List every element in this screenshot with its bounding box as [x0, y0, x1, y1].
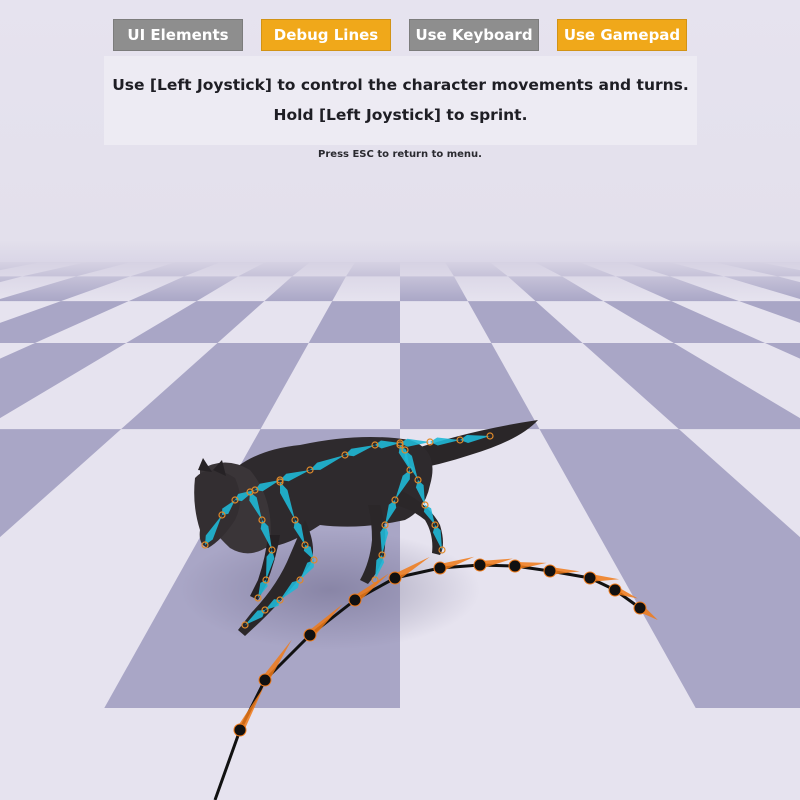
instruction-line-move: Use [Left Joystick] to control the chara…: [112, 76, 689, 94]
trajectory-point: [433, 561, 447, 575]
trajectory-point: [633, 601, 647, 615]
esc-hint-text: Press ESC to return to menu.: [318, 149, 482, 160]
game-viewport: UI Elements Debug Lines Use Keyboard Use…: [0, 0, 800, 800]
ui-elements-button[interactable]: UI Elements: [113, 19, 243, 51]
horizon-fade: [0, 262, 800, 302]
trajectory-point: [258, 673, 272, 687]
trajectory-point: [473, 558, 487, 572]
trajectory-point: [303, 628, 317, 642]
debug-lines-button[interactable]: Debug Lines: [261, 19, 391, 51]
use-gamepad-button[interactable]: Use Gamepad: [557, 19, 687, 51]
instruction-line-sprint: Hold [Left Joystick] to sprint.: [273, 106, 528, 124]
trajectory-point: [388, 571, 402, 585]
trajectory-point: [543, 564, 557, 578]
trajectory-point: [233, 723, 247, 737]
instruction-panel: Use [Left Joystick] to control the chara…: [104, 56, 697, 145]
trajectory-point: [348, 593, 362, 607]
trajectory-point: [508, 559, 522, 573]
use-keyboard-button[interactable]: Use Keyboard: [409, 19, 539, 51]
trajectory-point: [608, 583, 622, 597]
trajectory-point: [583, 571, 597, 585]
checkerboard-floor: [0, 262, 800, 800]
